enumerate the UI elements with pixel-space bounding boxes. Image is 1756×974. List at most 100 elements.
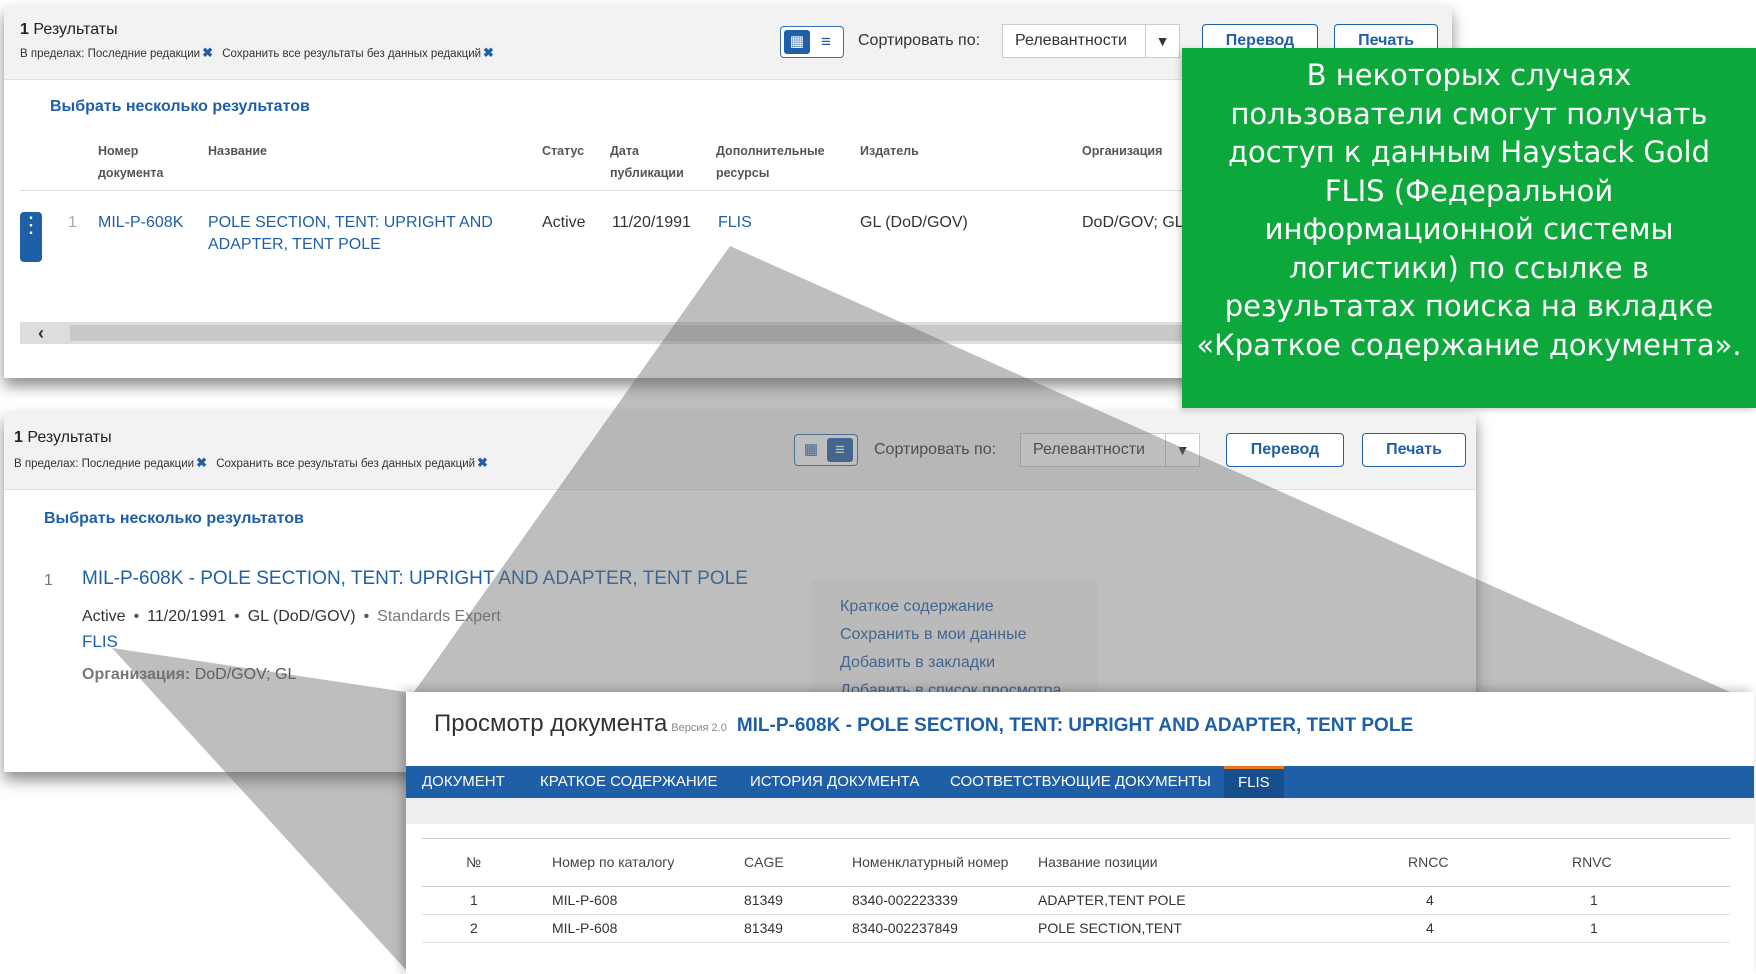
tab-related-documents[interactable]: СООТВЕТСТВУЮЩИЕ ДОКУМЕНТЫ: [950, 766, 1211, 798]
results-count: 1 Результаты: [20, 21, 118, 38]
rnvc: 1: [1590, 920, 1598, 936]
catalog-number: MIL-P-608: [552, 920, 618, 936]
item-number: 1: [44, 572, 53, 589]
header-divider: [422, 886, 1730, 887]
row-divider: [422, 914, 1730, 915]
rncc: 4: [1426, 892, 1434, 908]
version-label: Версия 2.0: [671, 722, 727, 734]
print-button[interactable]: Печать: [1362, 433, 1466, 467]
result-title-link[interactable]: MIL-P-608K - POLE SECTION, TENT: UPRIGHT…: [82, 568, 748, 590]
filter-chip-label: Сохранить все результаты без данных реда…: [222, 48, 482, 60]
remove-filter-icon[interactable]: ✖: [196, 455, 207, 470]
doc-number-link[interactable]: MIL-P-608K: [98, 212, 183, 234]
nsn: 8340-002237849: [852, 920, 958, 936]
document-view-panel: Просмотр документа Версия 2.0 MIL-P-608K -…: [406, 692, 1754, 974]
table-header: CAGE: [744, 854, 784, 870]
chevron-down-icon[interactable]: ▼: [1145, 25, 1179, 57]
info-callout: В некоторых случаях пользователи смогут …: [1182, 48, 1756, 408]
translate-button[interactable]: Перевод: [1226, 433, 1344, 467]
column-header[interactable]: Организация: [1082, 140, 1162, 162]
filter-chips: В пределах: Последние редакции ✖ Сохранит…: [14, 455, 494, 471]
summary-action[interactable]: Краткое содержание: [840, 598, 994, 616]
remove-filter-icon[interactable]: ✖: [202, 45, 213, 60]
flis-link[interactable]: FLIS: [82, 632, 118, 652]
table-header: Название позиции: [1038, 854, 1158, 870]
table-header: RNVC: [1572, 854, 1612, 870]
status-text: Active: [82, 608, 126, 625]
date-text: 11/20/1991: [147, 608, 227, 625]
organization-cell: DoD/GOV; GL: [1082, 214, 1184, 231]
row-number: 2: [470, 920, 478, 936]
tab-history[interactable]: ИСТОРИЯ ДОКУМЕНТА: [750, 766, 919, 798]
remove-filter-icon[interactable]: ✖: [477, 455, 488, 470]
sort-select[interactable]: Релевантности ▼: [1002, 24, 1180, 58]
organization-line: Организация: DoD/GOV; GL: [82, 666, 296, 684]
item-name: POLE SECTION,TENT: [1038, 920, 1182, 936]
cage-code: 81349: [744, 920, 783, 936]
date-cell: 11/20/1991: [612, 214, 691, 231]
page-title: Просмотр документа: [434, 710, 668, 737]
document-tabs: ДОКУМЕНТ КРАТКОЕ СОДЕРЖАНИЕ ИСТОРИЯ ДОКУ…: [406, 766, 1754, 798]
sort-select-value: Релевантности: [1015, 32, 1127, 49]
sort-label: Сортировать по:: [858, 32, 981, 49]
row-divider: [422, 942, 1730, 943]
filter-prefix: В пределах:: [14, 458, 79, 470]
filter-chip-label: Последние редакции: [87, 48, 201, 60]
results-count: 1 Результаты: [14, 429, 112, 446]
sort-select-value: Релевантности: [1033, 441, 1145, 458]
save-action[interactable]: Сохранить в мои данные: [840, 626, 1026, 644]
tab-summary[interactable]: КРАТКОЕ СОДЕРЖАНИЕ: [540, 766, 717, 798]
item-name: ADAPTER,TENT POLE: [1038, 892, 1186, 908]
remove-filter-icon[interactable]: ✖: [483, 45, 494, 60]
grid-view-icon[interactable]: ▦: [798, 438, 824, 462]
sort-select[interactable]: Релевантности ▼: [1020, 433, 1200, 467]
tab-subbar: [406, 798, 1754, 824]
rncc: 4: [1426, 920, 1434, 936]
scroll-left-icon[interactable]: ‹: [38, 322, 44, 344]
grid-view-icon[interactable]: ▦: [784, 30, 810, 54]
column-header[interactable]: Статус: [542, 140, 584, 162]
row-number: 1: [68, 214, 77, 231]
table-header: RNCC: [1408, 854, 1449, 870]
document-view-header: Просмотр документа Версия 2.0 MIL-P-608K -…: [434, 710, 1413, 738]
filter-chip-label: Последние редакции: [81, 458, 195, 470]
chevron-down-icon[interactable]: ▼: [1165, 434, 1199, 466]
row-actions-icon[interactable]: ⋮: [20, 212, 42, 262]
document-title: MIL-P-608K - POLE SECTION, TENT: UPRIGHT…: [736, 715, 1414, 736]
select-multiple-link[interactable]: Выбрать несколько результатов: [50, 98, 310, 116]
column-header[interactable]: Дата публикации: [610, 140, 700, 184]
tab-flis[interactable]: FLIS: [1224, 766, 1284, 798]
bookmark-action[interactable]: Добавить в закладки: [840, 654, 995, 672]
doc-title-link[interactable]: POLE SECTION, TENT: UPRIGHT AND ADAPTER,…: [208, 212, 528, 256]
catalog-number: MIL-P-608: [552, 892, 618, 908]
cage-code: 81349: [744, 892, 783, 908]
tab-document[interactable]: ДОКУМЕНТ: [422, 766, 505, 798]
publisher-text: GL (DoD/GOV): [247, 608, 356, 625]
status-cell: Active: [542, 214, 586, 231]
view-toggle[interactable]: ▦ ≡: [794, 434, 858, 466]
nsn: 8340-002223339: [852, 892, 958, 908]
view-toggle[interactable]: ▦ ≡: [780, 26, 844, 58]
select-multiple-link[interactable]: Выбрать несколько результатов: [44, 510, 304, 528]
table-header: Номер по каталогу: [552, 854, 675, 870]
organization-label: Организация:: [82, 666, 191, 683]
filter-chips: В пределах: Последние редакции ✖ Сохранит…: [20, 45, 500, 61]
organization-value: DoD/GOV; GL: [194, 666, 297, 683]
row-number: 1: [470, 892, 478, 908]
rnvc: 1: [1590, 892, 1598, 908]
list-view-icon[interactable]: ≡: [827, 438, 853, 462]
column-header[interactable]: Издатель: [860, 140, 919, 162]
column-header[interactable]: Название: [208, 140, 267, 162]
column-header[interactable]: Номер документа: [98, 140, 188, 184]
results-toolbar: 1 Результаты В пределах: Последние редак…: [4, 412, 1476, 490]
publisher-cell: GL (DoD/GOV): [860, 214, 968, 231]
filter-chip-label: Сохранить все результаты без данных реда…: [216, 458, 476, 470]
filter-prefix: В пределах:: [20, 48, 85, 60]
result-meta: Active • 11/20/1991 • GL (DoD/GOV) • Standards…: [82, 608, 501, 625]
list-view-icon[interactable]: ≡: [813, 30, 839, 54]
column-header[interactable]: Дополнительные ресурсы: [716, 140, 846, 184]
table-top-border: [422, 838, 1730, 839]
table-header: №: [466, 854, 482, 870]
sort-label: Сортировать по:: [874, 441, 997, 458]
flis-link[interactable]: FLIS: [718, 212, 752, 234]
